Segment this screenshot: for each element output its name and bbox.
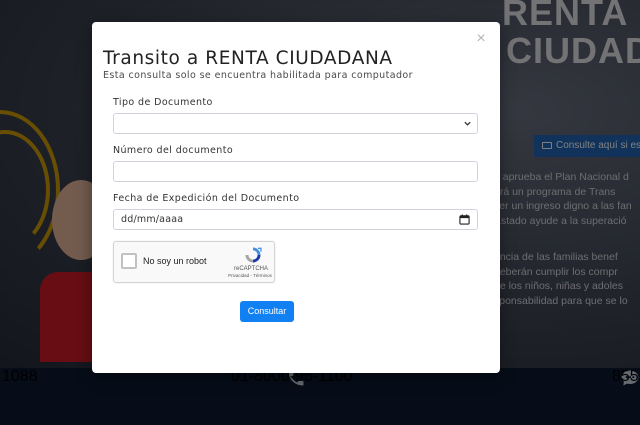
modal-subtitle: Esta consulta solo se encuentra habilita… bbox=[103, 70, 413, 81]
chevron-down-icon bbox=[464, 121, 471, 126]
consulta-modal: × Transito a RENTA CIUDADANA Esta consul… bbox=[92, 22, 500, 373]
numero-documento-input[interactable] bbox=[113, 161, 478, 182]
close-icon[interactable]: × bbox=[474, 31, 488, 47]
tipo-documento-label: Tipo de Documento bbox=[113, 97, 213, 108]
recaptcha-logo-icon bbox=[245, 247, 262, 263]
tipo-documento-select[interactable] bbox=[113, 113, 478, 134]
consultar-button[interactable]: Consultar bbox=[240, 301, 294, 322]
numero-documento-label: Número del documento bbox=[113, 145, 234, 156]
recaptcha-brand: reCAPTCHA bbox=[233, 266, 268, 272]
fecha-expedicion-input[interactable]: dd/mm/aaaa bbox=[113, 209, 478, 230]
recaptcha-widget: No soy un robot reCAPTCHA Privacidad - T… bbox=[113, 241, 275, 283]
recaptcha-checkbox[interactable] bbox=[121, 253, 137, 269]
date-placeholder: dd/mm/aaaa bbox=[121, 214, 184, 225]
calendar-icon[interactable] bbox=[459, 214, 470, 225]
recaptcha-links[interactable]: Privacidad - Términos bbox=[224, 273, 276, 278]
modal-title: Transito a RENTA CIUDADANA bbox=[103, 48, 393, 69]
recaptcha-label: No soy un robot bbox=[143, 256, 207, 266]
fecha-expedicion-label: Fecha de Expedición del Documento bbox=[113, 193, 300, 204]
